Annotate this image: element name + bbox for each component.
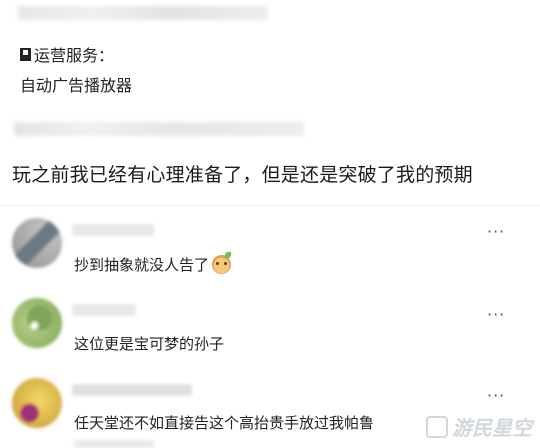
comment-text-content: 抄到抽象就没人告了: [74, 256, 210, 274]
comment-text-content: 这位更是宝可梦的孙子: [74, 335, 225, 353]
comment-text: 抄到抽象就没人告了: [74, 252, 232, 275]
blurred-username-2: [14, 122, 304, 136]
post-service-label: 运营服务：: [34, 46, 115, 65]
avatar[interactable]: [12, 298, 62, 348]
comment-text-content: 任天堂还不如直接告这个高抬贵手放过我帕鲁: [74, 414, 375, 432]
more-options-icon[interactable]: ···: [487, 386, 505, 405]
comment-username[interactable]: [72, 384, 192, 396]
more-options-icon[interactable]: ···: [487, 222, 505, 241]
post-service-line: 运营服务：: [20, 42, 114, 66]
blurred-username: [18, 6, 268, 20]
comment-text: 这位更是宝可梦的孙子: [74, 333, 224, 354]
avatar[interactable]: [12, 378, 62, 428]
post-body-main: 玩之前我已经有心理准备了，但是还是突破了我的预期: [12, 164, 473, 186]
comment-text: 任天堂还不如直接告这个高抬贵手放过我帕鲁: [74, 412, 374, 433]
watermark: 游民星空: [426, 412, 532, 441]
post-body: 自动广告播放器: [20, 76, 133, 95]
dog-emoji-icon: [212, 252, 232, 274]
avatar[interactable]: [12, 218, 62, 268]
comment-username[interactable]: [72, 224, 154, 236]
doc-icon: [20, 47, 31, 61]
comment-username[interactable]: [72, 304, 136, 316]
divider: [0, 205, 540, 206]
watermark-logo-icon: [426, 415, 448, 438]
more-options-icon[interactable]: ···: [487, 305, 505, 324]
watermark-text: 游民星空: [452, 416, 532, 440]
